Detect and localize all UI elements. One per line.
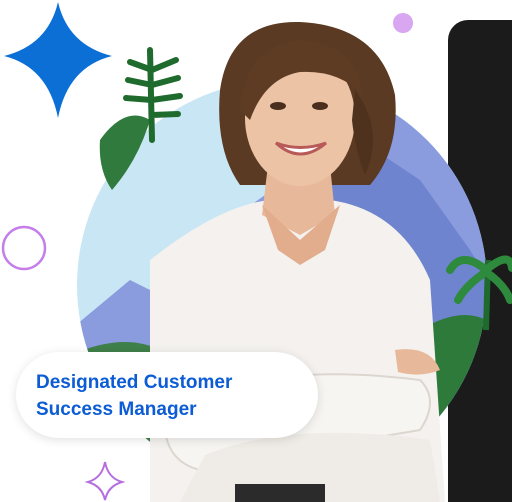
role-title-line-1: Designated Customer bbox=[36, 372, 233, 393]
circle-outline-icon bbox=[1, 225, 47, 271]
role-title-line-2: Success Manager bbox=[36, 399, 197, 420]
role-badge: Designated Customer Success Manager bbox=[16, 352, 318, 438]
sparkle-outline-icon bbox=[84, 461, 126, 501]
dot-icon bbox=[393, 13, 413, 33]
four-point-star-icon bbox=[4, 2, 112, 118]
